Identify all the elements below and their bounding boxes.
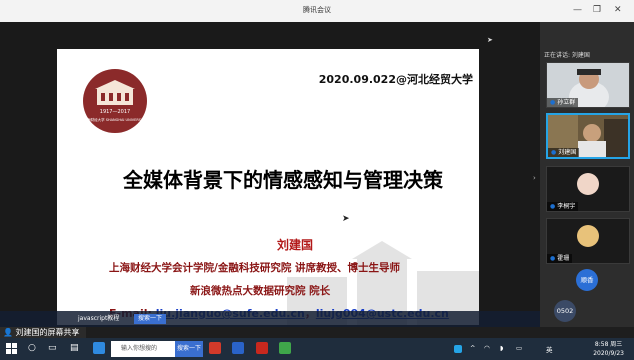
- speaking-indicator: 正在讲话: 刘建国: [544, 52, 590, 59]
- task-view-icon[interactable]: ▭: [48, 343, 57, 353]
- mouse-cursor-icon: ➤: [342, 214, 350, 224]
- participant-tile-1[interactable]: ● 孙立群: [546, 62, 630, 108]
- shared-search-button: 搜索一下: [134, 314, 167, 324]
- tray-app-icon[interactable]: [454, 345, 462, 353]
- window-title: 腾讯会议: [303, 6, 331, 14]
- taskbar-search-button[interactable]: 搜索一下: [175, 341, 203, 357]
- restore-icon[interactable]: ❐: [593, 4, 601, 16]
- expand-sidebar-icon[interactable]: ›: [533, 174, 536, 182]
- window-title-bar: 腾讯会议 — ❐ ✕: [0, 0, 634, 23]
- input-language[interactable]: 英: [546, 344, 553, 354]
- tray-chevron-icon[interactable]: ^: [470, 344, 475, 352]
- participant-name: 孙立群: [557, 99, 576, 106]
- participant-avatar-button[interactable]: 顺香: [576, 269, 598, 291]
- search-icon[interactable]: ○: [28, 343, 36, 353]
- meeting-app-icon[interactable]: [232, 342, 244, 354]
- participant-tile-3[interactable]: ● 李桐宇: [546, 166, 630, 212]
- battery-icon[interactable]: ▭: [516, 344, 522, 352]
- logo-years: 1917—2017: [99, 109, 131, 115]
- logo-text: 上海财经大学 SHANGHAI UNIVERSITY: [83, 118, 147, 122]
- close-icon[interactable]: ✕: [614, 4, 622, 16]
- participant-name-bar: ● 李桐宇: [547, 202, 579, 211]
- windows-start-icon[interactable]: [6, 343, 18, 355]
- mic-icon: ●: [551, 149, 557, 156]
- avatar: [577, 225, 599, 247]
- network-icon[interactable]: ◠: [484, 344, 490, 352]
- participant-name: 霍珊: [557, 255, 570, 262]
- clock-date: 2020/9/23: [593, 350, 624, 357]
- pdf-app-icon[interactable]: [209, 342, 221, 354]
- participant-name: 刘建国: [558, 149, 577, 156]
- building-emblem-icon: [95, 80, 135, 105]
- slide-affiliation-1: 上海财经大学会计学院/金融科技研究院 讲席教授、博士生导师: [109, 262, 400, 274]
- participant-tile-4[interactable]: ● 霍珊: [546, 218, 630, 264]
- mic-icon: ●: [550, 203, 556, 210]
- windows-taskbar: ○ ▭ ▤ 输入你想搜的 搜索一下 ^ ◠ ◗ ▭ 英 8:58 周三 2020…: [0, 338, 634, 360]
- participant-panel: 正在讲话: 刘建国 ● 孙立群 ● 刘建国 ● 李桐宇 ● 霍珊 顺香 0502: [540, 22, 634, 327]
- participant-tile-2[interactable]: ● 刘建国: [546, 113, 630, 159]
- participant-name-bar: ● 霍珊: [547, 254, 573, 263]
- slide-date: 2020.09.022@河北经贸大学: [318, 73, 473, 86]
- app-icon[interactable]: [93, 342, 105, 354]
- participant-avatar-button-2[interactable]: 0502: [554, 300, 576, 322]
- taskbar-search-input[interactable]: 输入你想搜的: [111, 341, 175, 357]
- participant-name-bar: ● 刘建国: [548, 148, 580, 157]
- file-explorer-icon[interactable]: ▤: [70, 343, 79, 353]
- mic-icon: ●: [550, 99, 556, 106]
- presentation-slide: 1917—2017 上海财经大学 SHANGHAI UNIVERSITY 202…: [57, 49, 479, 325]
- screen-share-text: 刘建国的屏幕共享: [15, 328, 80, 337]
- participant-name: 李桐宇: [557, 203, 576, 210]
- slide-author: 刘建国: [276, 238, 313, 252]
- university-logo: 1917—2017 上海财经大学 SHANGHAI UNIVERSITY: [83, 69, 147, 133]
- shared-taskbar: javascript教程 搜索一下: [0, 311, 540, 327]
- mic-icon: ●: [550, 255, 556, 262]
- participant-name-bar: ● 孙立群: [547, 98, 579, 107]
- pointer-icon: ➤: [487, 36, 493, 44]
- avatar: [577, 173, 599, 195]
- slide-affiliation-2: 新浪微热点大数据研究院 院长: [190, 285, 331, 297]
- shared-app-label: javascript教程: [78, 315, 120, 322]
- volume-icon[interactable]: ◗: [500, 344, 503, 352]
- system-clock[interactable]: 8:58 周三 2020/9/23: [593, 340, 624, 358]
- browser-icon[interactable]: [279, 342, 291, 354]
- minimize-icon[interactable]: —: [573, 4, 582, 16]
- shared-screen: 1917—2017 上海财经大学 SHANGHAI UNIVERSITY 202…: [0, 22, 540, 327]
- person-icon: 👤: [3, 328, 13, 337]
- clock-time: 8:58 周三: [594, 341, 623, 348]
- slide-title: 全媒体背景下的情感感知与管理决策: [123, 168, 443, 192]
- acrobat-icon[interactable]: [256, 342, 268, 354]
